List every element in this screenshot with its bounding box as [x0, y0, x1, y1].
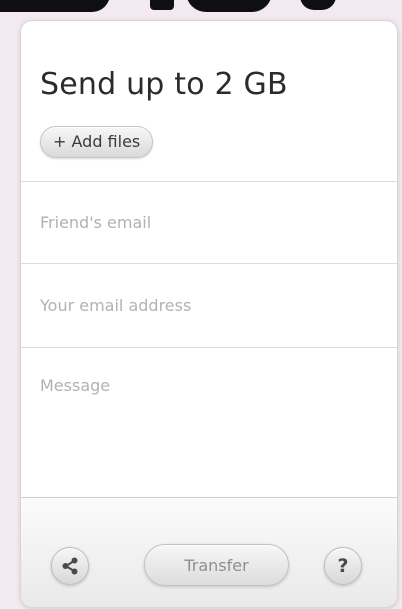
widget-header: Send up to 2 GB + Add files [21, 21, 397, 181]
message-row [21, 347, 397, 497]
your-email-field[interactable] [21, 264, 397, 347]
share-button[interactable] [51, 547, 89, 585]
friend-email-row [21, 181, 397, 263]
share-icon [62, 557, 78, 575]
add-files-button[interactable]: + Add files [40, 126, 154, 158]
transfer-widget: Send up to 2 GB + Add files Transfer ? [20, 20, 398, 608]
widget-title: Send up to 2 GB [40, 67, 288, 102]
background-shape [150, 0, 174, 10]
background-shape [300, 0, 336, 10]
transfer-button[interactable]: Transfer [144, 544, 289, 586]
background-shape [186, 0, 272, 12]
friend-email-field[interactable] [21, 182, 397, 263]
help-icon: ? [337, 555, 349, 577]
message-field[interactable] [21, 348, 397, 497]
your-email-row [21, 263, 397, 347]
widget-footer: Transfer ? [21, 497, 397, 607]
help-button[interactable]: ? [324, 547, 362, 585]
background-shape [0, 0, 110, 12]
